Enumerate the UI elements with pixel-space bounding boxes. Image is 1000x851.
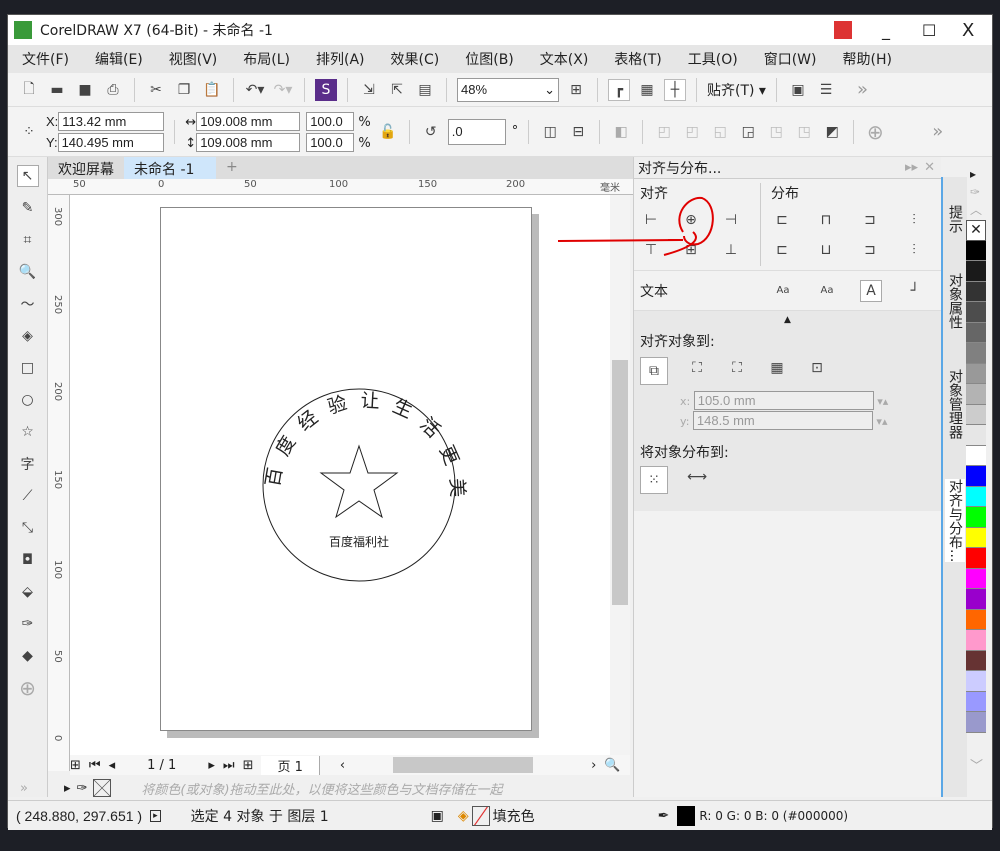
- red-annotation: [557, 196, 714, 256]
